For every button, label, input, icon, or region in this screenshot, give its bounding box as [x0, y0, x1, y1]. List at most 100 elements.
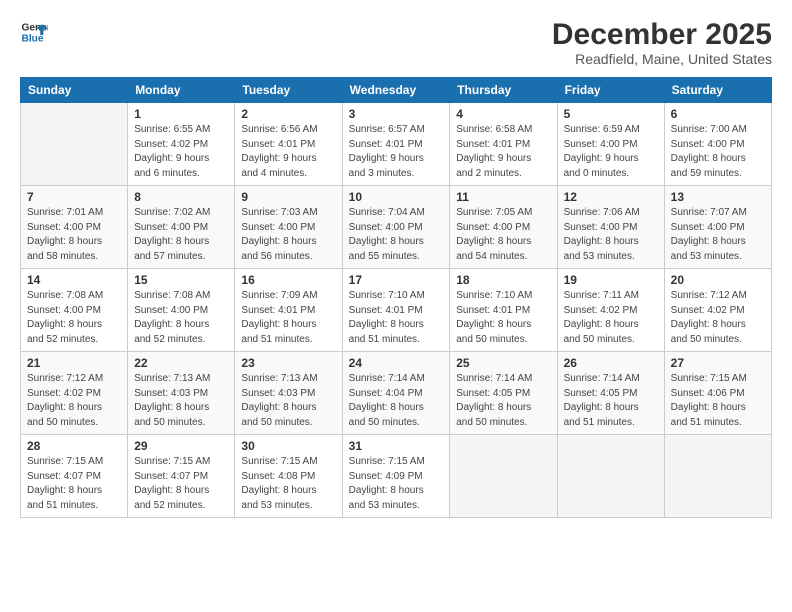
- page: General Blue December 2025 Readfield, Ma…: [0, 0, 792, 612]
- subtitle: Readfield, Maine, United States: [552, 51, 772, 67]
- day-info: Sunrise: 7:02 AMSunset: 4:00 PMDaylight:…: [134, 206, 228, 264]
- table-row: 26Sunrise: 7:14 AMSunset: 4:05 PMDayligh…: [557, 352, 664, 435]
- day-info: Sunrise: 7:15 AMSunset: 4:06 PMDaylight:…: [671, 372, 765, 430]
- week-row-1: 1 Sunrise: 6:55 AMSunset: 4:02 PMDaylight…: [21, 103, 772, 186]
- day-number: 29: [134, 439, 228, 453]
- table-row: 10 Sunrise: 7:04 AMSunset: 4:00 PMDayligh…: [342, 186, 450, 269]
- table-row: 13Sunrise: 7:07 AMSunset: 4:00 PMDayligh…: [664, 186, 771, 269]
- table-row: 14 Sunrise: 7:08 AMSunset: 4:00 PMDayligh…: [21, 269, 128, 352]
- table-row: 5 Sunrise: 6:59 AMSunset: 4:00 PMDaylight…: [557, 103, 664, 186]
- day-number: 3: [349, 107, 444, 121]
- day-number: 8: [134, 190, 228, 204]
- table-row: 20 Sunrise: 7:12 AMSunset: 4:02 PMDayligh…: [664, 269, 771, 352]
- day-info: Sunrise: 7:15 AMSunset: 4:07 PMDaylight:…: [134, 455, 228, 513]
- day-info: Sunrise: 7:14 AMSunset: 4:04 PMDaylight:…: [349, 372, 444, 430]
- table-row: 28 Sunrise: 7:15 AMSunset: 4:07 PMDayligh…: [21, 435, 128, 518]
- table-row: 29 Sunrise: 7:15 AMSunset: 4:07 PMDayligh…: [128, 435, 235, 518]
- week-row-2: 7 Sunrise: 7:01 AMSunset: 4:00 PMDaylight…: [21, 186, 772, 269]
- header-saturday: Saturday: [664, 78, 771, 103]
- day-number: 23: [241, 356, 335, 370]
- table-row: 4 Sunrise: 6:58 AMSunset: 4:01 PMDaylight…: [450, 103, 557, 186]
- day-info: Sunrise: 7:10 AMSunset: 4:01 PMDaylight:…: [349, 289, 444, 347]
- table-row: 6Sunrise: 7:00 AMSunset: 4:00 PMDaylight…: [664, 103, 771, 186]
- day-number: 6: [671, 107, 765, 121]
- day-info: Sunrise: 6:55 AMSunset: 4:02 PMDaylight:…: [134, 123, 228, 181]
- table-row: [557, 435, 664, 518]
- day-info: Sunrise: 7:09 AMSunset: 4:01 PMDaylight:…: [241, 289, 335, 347]
- day-info: Sunrise: 7:15 AMSunset: 4:07 PMDaylight:…: [27, 455, 121, 513]
- day-number: 11: [456, 190, 550, 204]
- day-info: Sunrise: 7:05 AMSunset: 4:00 PMDaylight:…: [456, 206, 550, 264]
- day-info: Sunrise: 7:12 AMSunset: 4:02 PMDaylight:…: [671, 289, 765, 347]
- table-row: 23 Sunrise: 7:13 AMSunset: 4:03 PMDayligh…: [235, 352, 342, 435]
- header-wednesday: Wednesday: [342, 78, 450, 103]
- day-info: Sunrise: 7:14 AMSunset: 4:05 PMDaylight:…: [456, 372, 550, 430]
- header-sunday: Sunday: [21, 78, 128, 103]
- day-number: 30: [241, 439, 335, 453]
- day-number: 27: [671, 356, 765, 370]
- header-thursday: Thursday: [450, 78, 557, 103]
- day-number: 15: [134, 273, 228, 287]
- day-info: Sunrise: 7:15 AMSunset: 4:09 PMDaylight:…: [349, 455, 444, 513]
- day-info: Sunrise: 6:58 AMSunset: 4:01 PMDaylight:…: [456, 123, 550, 181]
- table-row: 18 Sunrise: 7:10 AMSunset: 4:01 PMDayligh…: [450, 269, 557, 352]
- day-info: Sunrise: 7:14 AMSunset: 4:05 PMDaylight:…: [564, 372, 658, 430]
- logo: General Blue: [20, 18, 48, 46]
- table-row: 17Sunrise: 7:10 AMSunset: 4:01 PMDayligh…: [342, 269, 450, 352]
- day-number: 9: [241, 190, 335, 204]
- table-row: 9 Sunrise: 7:03 AMSunset: 4:00 PMDaylight…: [235, 186, 342, 269]
- day-header-row: Sunday Monday Tuesday Wednesday Thursday…: [21, 78, 772, 103]
- day-number: 18: [456, 273, 550, 287]
- day-number: 22: [134, 356, 228, 370]
- day-number: 20: [671, 273, 765, 287]
- week-row-5: 28 Sunrise: 7:15 AMSunset: 4:07 PMDayligh…: [21, 435, 772, 518]
- table-row: 2Sunrise: 6:56 AMSunset: 4:01 PMDaylight…: [235, 103, 342, 186]
- table-row: 30Sunrise: 7:15 AMSunset: 4:08 PMDayligh…: [235, 435, 342, 518]
- day-info: Sunrise: 7:13 AMSunset: 4:03 PMDaylight:…: [241, 372, 335, 430]
- table-row: 24 Sunrise: 7:14 AMSunset: 4:04 PMDayligh…: [342, 352, 450, 435]
- day-number: 24: [349, 356, 444, 370]
- main-title: December 2025: [552, 18, 772, 51]
- table-row: 3Sunrise: 6:57 AMSunset: 4:01 PMDaylight…: [342, 103, 450, 186]
- day-number: 31: [349, 439, 444, 453]
- header-friday: Friday: [557, 78, 664, 103]
- table-row: 19 Sunrise: 7:11 AMSunset: 4:02 PMDayligh…: [557, 269, 664, 352]
- table-row: 7 Sunrise: 7:01 AMSunset: 4:00 PMDaylight…: [21, 186, 128, 269]
- calendar-table: Sunday Monday Tuesday Wednesday Thursday…: [20, 77, 772, 518]
- table-row: 22 Sunrise: 7:13 AMSunset: 4:03 PMDayligh…: [128, 352, 235, 435]
- day-number: 28: [27, 439, 121, 453]
- table-row: 8 Sunrise: 7:02 AMSunset: 4:00 PMDaylight…: [128, 186, 235, 269]
- day-info: Sunrise: 7:03 AMSunset: 4:00 PMDaylight:…: [241, 206, 335, 264]
- header-monday: Monday: [128, 78, 235, 103]
- day-number: 19: [564, 273, 658, 287]
- day-info: Sunrise: 7:13 AMSunset: 4:03 PMDaylight:…: [134, 372, 228, 430]
- day-number: 4: [456, 107, 550, 121]
- day-number: 5: [564, 107, 658, 121]
- day-info: Sunrise: 7:10 AMSunset: 4:01 PMDaylight:…: [456, 289, 550, 347]
- week-row-3: 14 Sunrise: 7:08 AMSunset: 4:00 PMDayligh…: [21, 269, 772, 352]
- header: General Blue December 2025 Readfield, Ma…: [20, 18, 772, 67]
- day-info: Sunrise: 6:59 AMSunset: 4:00 PMDaylight:…: [564, 123, 658, 181]
- day-number: 16: [241, 273, 335, 287]
- day-number: 7: [27, 190, 121, 204]
- day-info: Sunrise: 7:08 AMSunset: 4:00 PMDaylight:…: [134, 289, 228, 347]
- day-number: 1: [134, 107, 228, 121]
- table-row: 31 Sunrise: 7:15 AMSunset: 4:09 PMDayligh…: [342, 435, 450, 518]
- day-info: Sunrise: 7:04 AMSunset: 4:00 PMDaylight:…: [349, 206, 444, 264]
- day-info: Sunrise: 7:11 AMSunset: 4:02 PMDaylight:…: [564, 289, 658, 347]
- table-row: 15 Sunrise: 7:08 AMSunset: 4:00 PMDayligh…: [128, 269, 235, 352]
- table-row: 21Sunrise: 7:12 AMSunset: 4:02 PMDayligh…: [21, 352, 128, 435]
- table-row: 12Sunrise: 7:06 AMSunset: 4:00 PMDayligh…: [557, 186, 664, 269]
- title-area: December 2025 Readfield, Maine, United S…: [552, 18, 772, 67]
- day-info: Sunrise: 7:08 AMSunset: 4:00 PMDaylight:…: [27, 289, 121, 347]
- day-number: 10: [349, 190, 444, 204]
- logo-icon: General Blue: [20, 18, 48, 46]
- day-number: 25: [456, 356, 550, 370]
- day-info: Sunrise: 7:07 AMSunset: 4:00 PMDaylight:…: [671, 206, 765, 264]
- day-info: Sunrise: 7:01 AMSunset: 4:00 PMDaylight:…: [27, 206, 121, 264]
- header-tuesday: Tuesday: [235, 78, 342, 103]
- day-number: 14: [27, 273, 121, 287]
- day-info: Sunrise: 6:56 AMSunset: 4:01 PMDaylight:…: [241, 123, 335, 181]
- week-row-4: 21Sunrise: 7:12 AMSunset: 4:02 PMDayligh…: [21, 352, 772, 435]
- day-info: Sunrise: 7:06 AMSunset: 4:00 PMDaylight:…: [564, 206, 658, 264]
